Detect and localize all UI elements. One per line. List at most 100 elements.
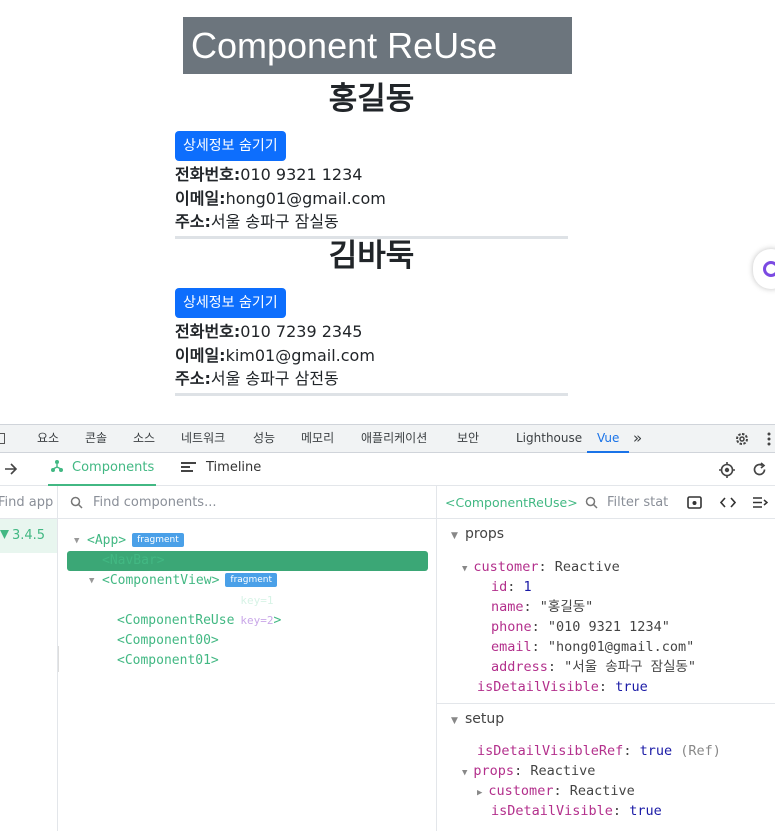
- expand-arrow-icon[interactable]: ▼: [89, 571, 94, 591]
- tree-node-component00[interactable]: <Component00>: [117, 631, 219, 651]
- collapse-arrow-icon[interactable]: ▼: [451, 531, 458, 541]
- devtools-panel: 요소 콘솔 소스 네트워크 성능 메모리 애플리케이션 보안 Lighthous…: [0, 424, 775, 831]
- expand-arrow-icon[interactable]: ▼: [462, 564, 467, 574]
- tab-timeline[interactable]: Timeline: [181, 453, 261, 486]
- tree-node-component01[interactable]: <Component01>: [117, 651, 219, 671]
- kebab-menu-icon[interactable]: [766, 431, 772, 447]
- tab-components[interactable]: Components: [48, 453, 157, 486]
- email-row: 이메일:kim01@gmail.com: [175, 344, 568, 368]
- header-bar: Component ReUse: [183, 17, 572, 74]
- settings-gear-icon[interactable]: [734, 431, 750, 447]
- customer-card: 홍길동 상세정보 숨기기 전화번호:010 9321 1234 이메일:hong…: [175, 80, 568, 239]
- find-app-search[interactable]: Find app: [0, 486, 57, 519]
- props-section-title[interactable]: props: [465, 526, 504, 542]
- find-components-search[interactable]: Find components...: [58, 486, 436, 519]
- setup-section-title[interactable]: setup: [465, 711, 504, 727]
- prop-type: Reactive: [569, 783, 635, 799]
- tab-application[interactable]: 애플리케이션: [361, 425, 427, 453]
- tree-node-navbar[interactable]: <NavBar>: [102, 551, 165, 571]
- extension-icon: [763, 261, 775, 277]
- tree-node-componentview[interactable]: ▼ <ComponentView> fragment: [89, 571, 278, 591]
- floating-extension-button[interactable]: [753, 249, 775, 289]
- more-tabs-icon[interactable]: »: [633, 425, 642, 453]
- prop-value[interactable]: true: [615, 679, 648, 695]
- tab-security[interactable]: 보안: [457, 425, 479, 453]
- arrow-right-icon[interactable]: [4, 463, 18, 475]
- timeline-label: Timeline: [206, 460, 262, 475]
- tree-node-app[interactable]: ▼ <App> fragment: [74, 531, 184, 551]
- tab-network[interactable]: 네트워크: [181, 425, 225, 453]
- prop-value[interactable]: true: [640, 743, 673, 759]
- tree-node-label: <Component00>: [117, 633, 219, 648]
- find-app-placeholder: Find app: [0, 495, 54, 510]
- prop-key: customer: [488, 783, 554, 799]
- customer-card: 김바둑 상세정보 숨기기 전화번호:010 7239 2345 이메일:kim0…: [175, 237, 568, 396]
- prop-value[interactable]: "서울 송파구 잠실동": [564, 659, 696, 675]
- tree-node-key: key=1: [240, 594, 274, 607]
- expand-arrow-icon[interactable]: ▼: [462, 768, 467, 778]
- tab-memory[interactable]: 메모리: [301, 425, 334, 453]
- app-list-pane: Find app 3.4.5: [0, 486, 58, 831]
- select-component-target-icon[interactable]: [719, 462, 735, 478]
- tree-node-label: <ComponentReUse: [117, 613, 235, 628]
- scroll-to-component-icon[interactable]: [687, 496, 702, 509]
- prop-value[interactable]: 1: [524, 579, 532, 595]
- prop-value[interactable]: "hong01@gmail.com": [548, 639, 694, 655]
- prop-value[interactable]: true: [629, 803, 662, 819]
- email-label: 이메일:: [175, 188, 226, 208]
- prop-key: email: [491, 639, 532, 655]
- tree-node-label-end: >: [273, 613, 282, 628]
- phone-label: 전화번호:: [175, 322, 241, 341]
- toggle-detail-button[interactable]: 상세정보 숨기기: [175, 131, 286, 161]
- prop-value[interactable]: "홍길동": [540, 599, 594, 615]
- prop-key: phone: [491, 619, 532, 635]
- email-value: hong01@gmail.com: [225, 188, 386, 208]
- app-version-item[interactable]: 3.4.5: [0, 519, 57, 553]
- tab-elements[interactable]: 요소: [37, 425, 59, 453]
- filter-state-input[interactable]: Filter state...: [607, 486, 669, 519]
- setup-props-row[interactable]: ▼ props: Reactive: [462, 761, 595, 781]
- open-in-editor-icon[interactable]: [720, 496, 736, 509]
- prop-key: isDetailVisible: [477, 679, 599, 695]
- customer-prop-row[interactable]: ▼ customer: Reactive: [462, 557, 620, 577]
- find-components-placeholder: Find components...: [93, 495, 217, 510]
- tree-node-componentreuse-selected[interactable]: <ComponentReUse key=1>: [117, 591, 281, 611]
- device-toggle-icon[interactable]: [0, 433, 5, 444]
- toggle-detail-button[interactable]: 상세정보 숨기기: [175, 288, 286, 318]
- selected-component-name: <ComponentReUse>: [445, 495, 578, 510]
- prop-row: isDetailVisible: true: [477, 679, 648, 695]
- prop-value[interactable]: "010 9321 1234": [548, 619, 670, 635]
- customer-name: 김바둑: [328, 238, 415, 274]
- prop-row: phone: "010 9321 1234": [491, 619, 670, 635]
- devtools-tab-bar: 요소 콘솔 소스 네트워크 성능 메모리 애플리케이션 보안 Lighthous…: [0, 425, 775, 453]
- fragment-badge: fragment: [132, 533, 184, 547]
- more-actions-icon[interactable]: [752, 496, 768, 509]
- vue-logo-icon: [0, 530, 9, 539]
- app-version: 3.4.5: [12, 528, 46, 543]
- tree-node-label: <NavBar>: [102, 553, 165, 568]
- filter-search-icon: [585, 496, 598, 509]
- tab-performance[interactable]: 성능: [253, 425, 275, 453]
- tab-vue[interactable]: Vue: [587, 425, 630, 453]
- expand-arrow-icon[interactable]: ▶: [477, 788, 482, 798]
- customer-name: 홍길동: [328, 81, 415, 117]
- prop-key: id: [491, 579, 508, 595]
- expand-arrow-icon[interactable]: ▼: [74, 531, 79, 551]
- email-label: 이메일:: [175, 345, 226, 365]
- phone-label: 전화번호:: [175, 165, 241, 184]
- collapse-arrow-icon[interactable]: ▼: [451, 716, 458, 726]
- tab-console[interactable]: 콘솔: [85, 425, 107, 453]
- tab-lighthouse[interactable]: Lighthouse: [516, 425, 582, 453]
- email-value: kim01@gmail.com: [225, 345, 375, 365]
- refresh-icon[interactable]: [752, 462, 767, 477]
- setup-customer-row[interactable]: ▶ customer: Reactive: [477, 781, 635, 801]
- tree-node-label: <ComponentView>: [102, 573, 220, 588]
- collapse-pane-handle[interactable]: [58, 646, 59, 672]
- fragment-badge: fragment: [225, 573, 278, 587]
- tree-node-label: <App>: [87, 533, 127, 548]
- tree-node-componentreuse[interactable]: <ComponentReUse key=2>: [117, 611, 281, 631]
- state-inspector-pane: <ComponentReUse> Filter state... ▼ props…: [437, 486, 775, 831]
- tab-sources[interactable]: 소스: [133, 425, 155, 453]
- email-row: 이메일:hong01@gmail.com: [175, 187, 568, 211]
- component-tree-pane: Find components... ▼ <App> fragment <NavB…: [58, 486, 437, 831]
